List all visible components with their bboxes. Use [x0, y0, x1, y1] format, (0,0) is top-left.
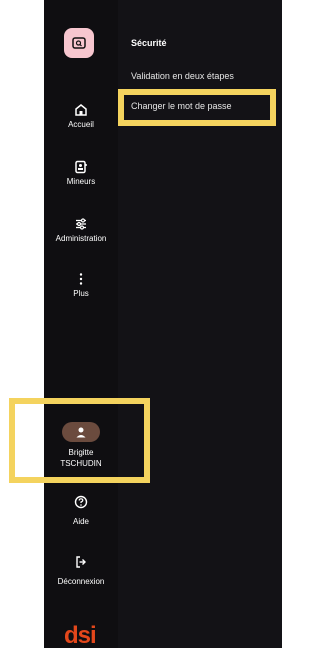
nav-help[interactable]: Aide	[44, 495, 118, 527]
left-rail: Accueil Mineurs Administration Plus Brig…	[44, 0, 118, 649]
more-icon	[79, 273, 83, 285]
menu-item-two-step-validation[interactable]: Validation en deux étapes	[131, 71, 234, 81]
nav-logout[interactable]: Déconnexion	[44, 555, 118, 587]
nav-home[interactable]: Accueil	[44, 103, 118, 130]
nav-help-label: Aide	[72, 517, 89, 526]
sliders-icon	[76, 218, 86, 230]
nav-more[interactable]: Plus	[44, 272, 118, 299]
nav-administration[interactable]: Administration	[44, 217, 118, 244]
highlight-user-profile	[9, 398, 150, 483]
app-logo-icon[interactable]	[64, 28, 94, 58]
nav-minors-label: Mineurs	[66, 177, 96, 186]
nav-more-label: Plus	[73, 289, 89, 298]
nav-minors[interactable]: Mineurs	[44, 160, 118, 187]
nav-administration-label: Administration	[55, 234, 107, 243]
contacts-icon	[75, 160, 87, 174]
brand-logo: dsi	[64, 622, 97, 649]
highlight-change-password	[118, 89, 276, 126]
logout-icon	[76, 556, 86, 568]
help-icon	[74, 495, 88, 509]
home-icon	[75, 104, 87, 116]
nav-home-label: Accueil	[68, 120, 94, 129]
panel-title: Sécurité	[131, 38, 167, 48]
nav-logout-label: Déconnexion	[57, 577, 105, 586]
